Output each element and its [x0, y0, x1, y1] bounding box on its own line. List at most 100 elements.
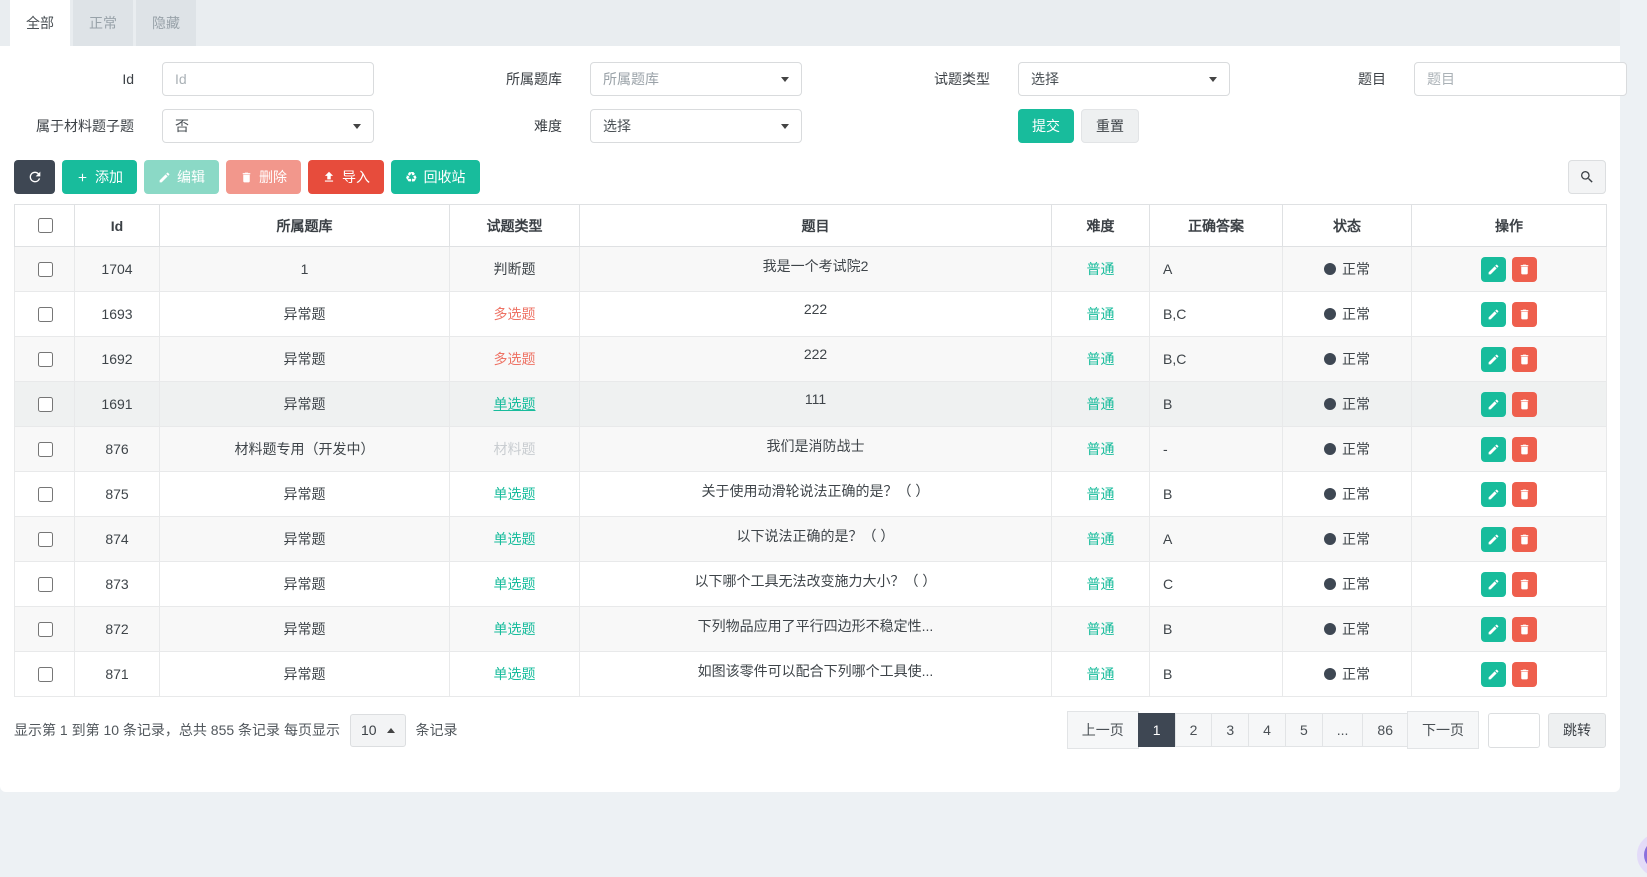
import-button[interactable]: 导入: [308, 160, 384, 194]
question-type-link[interactable]: 多选题: [494, 351, 536, 367]
edit-row-button[interactable]: [1481, 437, 1506, 462]
page-number-button[interactable]: 86: [1362, 713, 1408, 747]
page-ellipsis[interactable]: ...: [1322, 713, 1364, 747]
table-row: 872异常题单选题下列物品应用了平行四边形不稳定性...普通B正常: [15, 607, 1607, 652]
delete-row-button[interactable]: [1512, 347, 1537, 372]
difficulty-link[interactable]: 普通: [1087, 351, 1115, 367]
delete-row-button[interactable]: [1512, 572, 1537, 597]
floating-action-button[interactable]: [1637, 833, 1647, 877]
question-type-link[interactable]: 单选题: [494, 576, 536, 592]
edit-row-button[interactable]: [1481, 482, 1506, 507]
row-checkbox[interactable]: [38, 262, 53, 277]
reset-button[interactable]: 重置: [1081, 109, 1139, 143]
delete-row-button[interactable]: [1512, 437, 1537, 462]
edit-button[interactable]: 编辑: [144, 160, 219, 194]
edit-row-button[interactable]: [1481, 347, 1506, 372]
recycle-bin-button[interactable]: ♻ 回收站: [391, 160, 480, 194]
delete-button[interactable]: 删除: [226, 160, 301, 194]
page-size-dropdown[interactable]: 10: [350, 714, 406, 747]
cell-answer: B,C: [1150, 337, 1283, 382]
question-type-link[interactable]: 材料题: [494, 441, 536, 457]
edit-row-button[interactable]: [1481, 392, 1506, 417]
table-row: 1692异常题多选题222普通B,C正常: [15, 337, 1607, 382]
delete-row-button[interactable]: [1512, 527, 1537, 552]
question-type-link[interactable]: 单选题: [494, 666, 536, 682]
tab-all[interactable]: 全部: [10, 0, 70, 46]
type-select[interactable]: 选择: [1018, 62, 1230, 96]
submit-button[interactable]: 提交: [1018, 109, 1074, 143]
refresh-button[interactable]: [14, 160, 55, 194]
table-search-button[interactable]: [1568, 160, 1606, 194]
plus-icon: [76, 171, 89, 184]
cell-bank: 异常题: [160, 607, 450, 652]
trash-icon: [1518, 353, 1531, 366]
page-number-button[interactable]: 5: [1285, 713, 1323, 747]
jump-page-input[interactable]: [1488, 713, 1540, 748]
select-all-checkbox[interactable]: [38, 218, 53, 233]
question-type-link[interactable]: 多选题: [494, 306, 536, 322]
add-button[interactable]: 添加: [62, 160, 137, 194]
delete-row-button[interactable]: [1512, 302, 1537, 327]
delete-row-button[interactable]: [1512, 617, 1537, 642]
difficulty-link[interactable]: 普通: [1087, 666, 1115, 682]
id-filter-input[interactable]: [162, 62, 374, 96]
row-checkbox[interactable]: [38, 307, 53, 322]
row-checkbox[interactable]: [38, 667, 53, 682]
row-checkbox[interactable]: [38, 532, 53, 547]
column-header-bank: 所属题库: [160, 205, 450, 247]
difficulty-link[interactable]: 普通: [1087, 486, 1115, 502]
row-checkbox[interactable]: [38, 622, 53, 637]
row-checkbox[interactable]: [38, 487, 53, 502]
tab-hidden[interactable]: 隐藏: [136, 0, 196, 46]
chevron-up-icon: [387, 728, 395, 733]
next-page-button[interactable]: 下一页: [1407, 711, 1479, 749]
difficulty-link[interactable]: 普通: [1087, 306, 1115, 322]
cell-title: 我是一个考试院2: [580, 247, 1052, 292]
edit-row-button[interactable]: [1481, 662, 1506, 687]
delete-row-button[interactable]: [1512, 392, 1537, 417]
question-type-link[interactable]: 单选题: [494, 621, 536, 637]
page-number-button[interactable]: 4: [1248, 713, 1286, 747]
title-filter-input[interactable]: [1414, 62, 1627, 96]
edit-row-button[interactable]: [1481, 617, 1506, 642]
question-type-link[interactable]: 判断题: [494, 261, 536, 277]
cell-answer: B,C: [1150, 292, 1283, 337]
edit-row-button[interactable]: [1481, 572, 1506, 597]
page-number-button[interactable]: 3: [1211, 713, 1249, 747]
difficulty-link[interactable]: 普通: [1087, 576, 1115, 592]
edit-row-button[interactable]: [1481, 527, 1506, 552]
delete-row-button[interactable]: [1512, 482, 1537, 507]
status-badge: 正常: [1283, 382, 1412, 427]
difficulty-link[interactable]: 普通: [1087, 396, 1115, 412]
jump-button[interactable]: 跳转: [1548, 713, 1606, 748]
cell-answer: A: [1150, 517, 1283, 562]
difficulty-link[interactable]: 普通: [1087, 261, 1115, 277]
question-type-link[interactable]: 单选题: [494, 396, 536, 412]
difficulty-select[interactable]: 选择: [590, 109, 802, 143]
question-type-link[interactable]: 单选题: [494, 531, 536, 547]
difficulty-link[interactable]: 普通: [1087, 531, 1115, 547]
cell-bank: 异常题: [160, 562, 450, 607]
material-select[interactable]: 否: [162, 109, 374, 143]
prev-page-button[interactable]: 上一页: [1067, 711, 1139, 749]
cell-answer: B: [1150, 607, 1283, 652]
bank-select[interactable]: 所属题库: [590, 62, 802, 96]
edit-row-button[interactable]: [1481, 257, 1506, 282]
table-row: 873异常题单选题以下哪个工具无法改变施力大小？（ ）普通C正常: [15, 562, 1607, 607]
column-header-status: 状态: [1283, 205, 1412, 247]
delete-row-button[interactable]: [1512, 257, 1537, 282]
edit-row-button[interactable]: [1481, 302, 1506, 327]
difficulty-link[interactable]: 普通: [1087, 621, 1115, 637]
status-dot-icon: [1324, 398, 1336, 410]
row-checkbox[interactable]: [38, 577, 53, 592]
delete-row-button[interactable]: [1512, 662, 1537, 687]
difficulty-link[interactable]: 普通: [1087, 441, 1115, 457]
row-checkbox[interactable]: [38, 397, 53, 412]
chevron-down-icon: [353, 124, 361, 129]
row-checkbox[interactable]: [38, 352, 53, 367]
row-checkbox[interactable]: [38, 442, 53, 457]
question-type-link[interactable]: 单选题: [494, 486, 536, 502]
tab-normal[interactable]: 正常: [73, 0, 133, 46]
page-number-button[interactable]: 1: [1138, 713, 1176, 747]
page-number-button[interactable]: 2: [1175, 713, 1213, 747]
